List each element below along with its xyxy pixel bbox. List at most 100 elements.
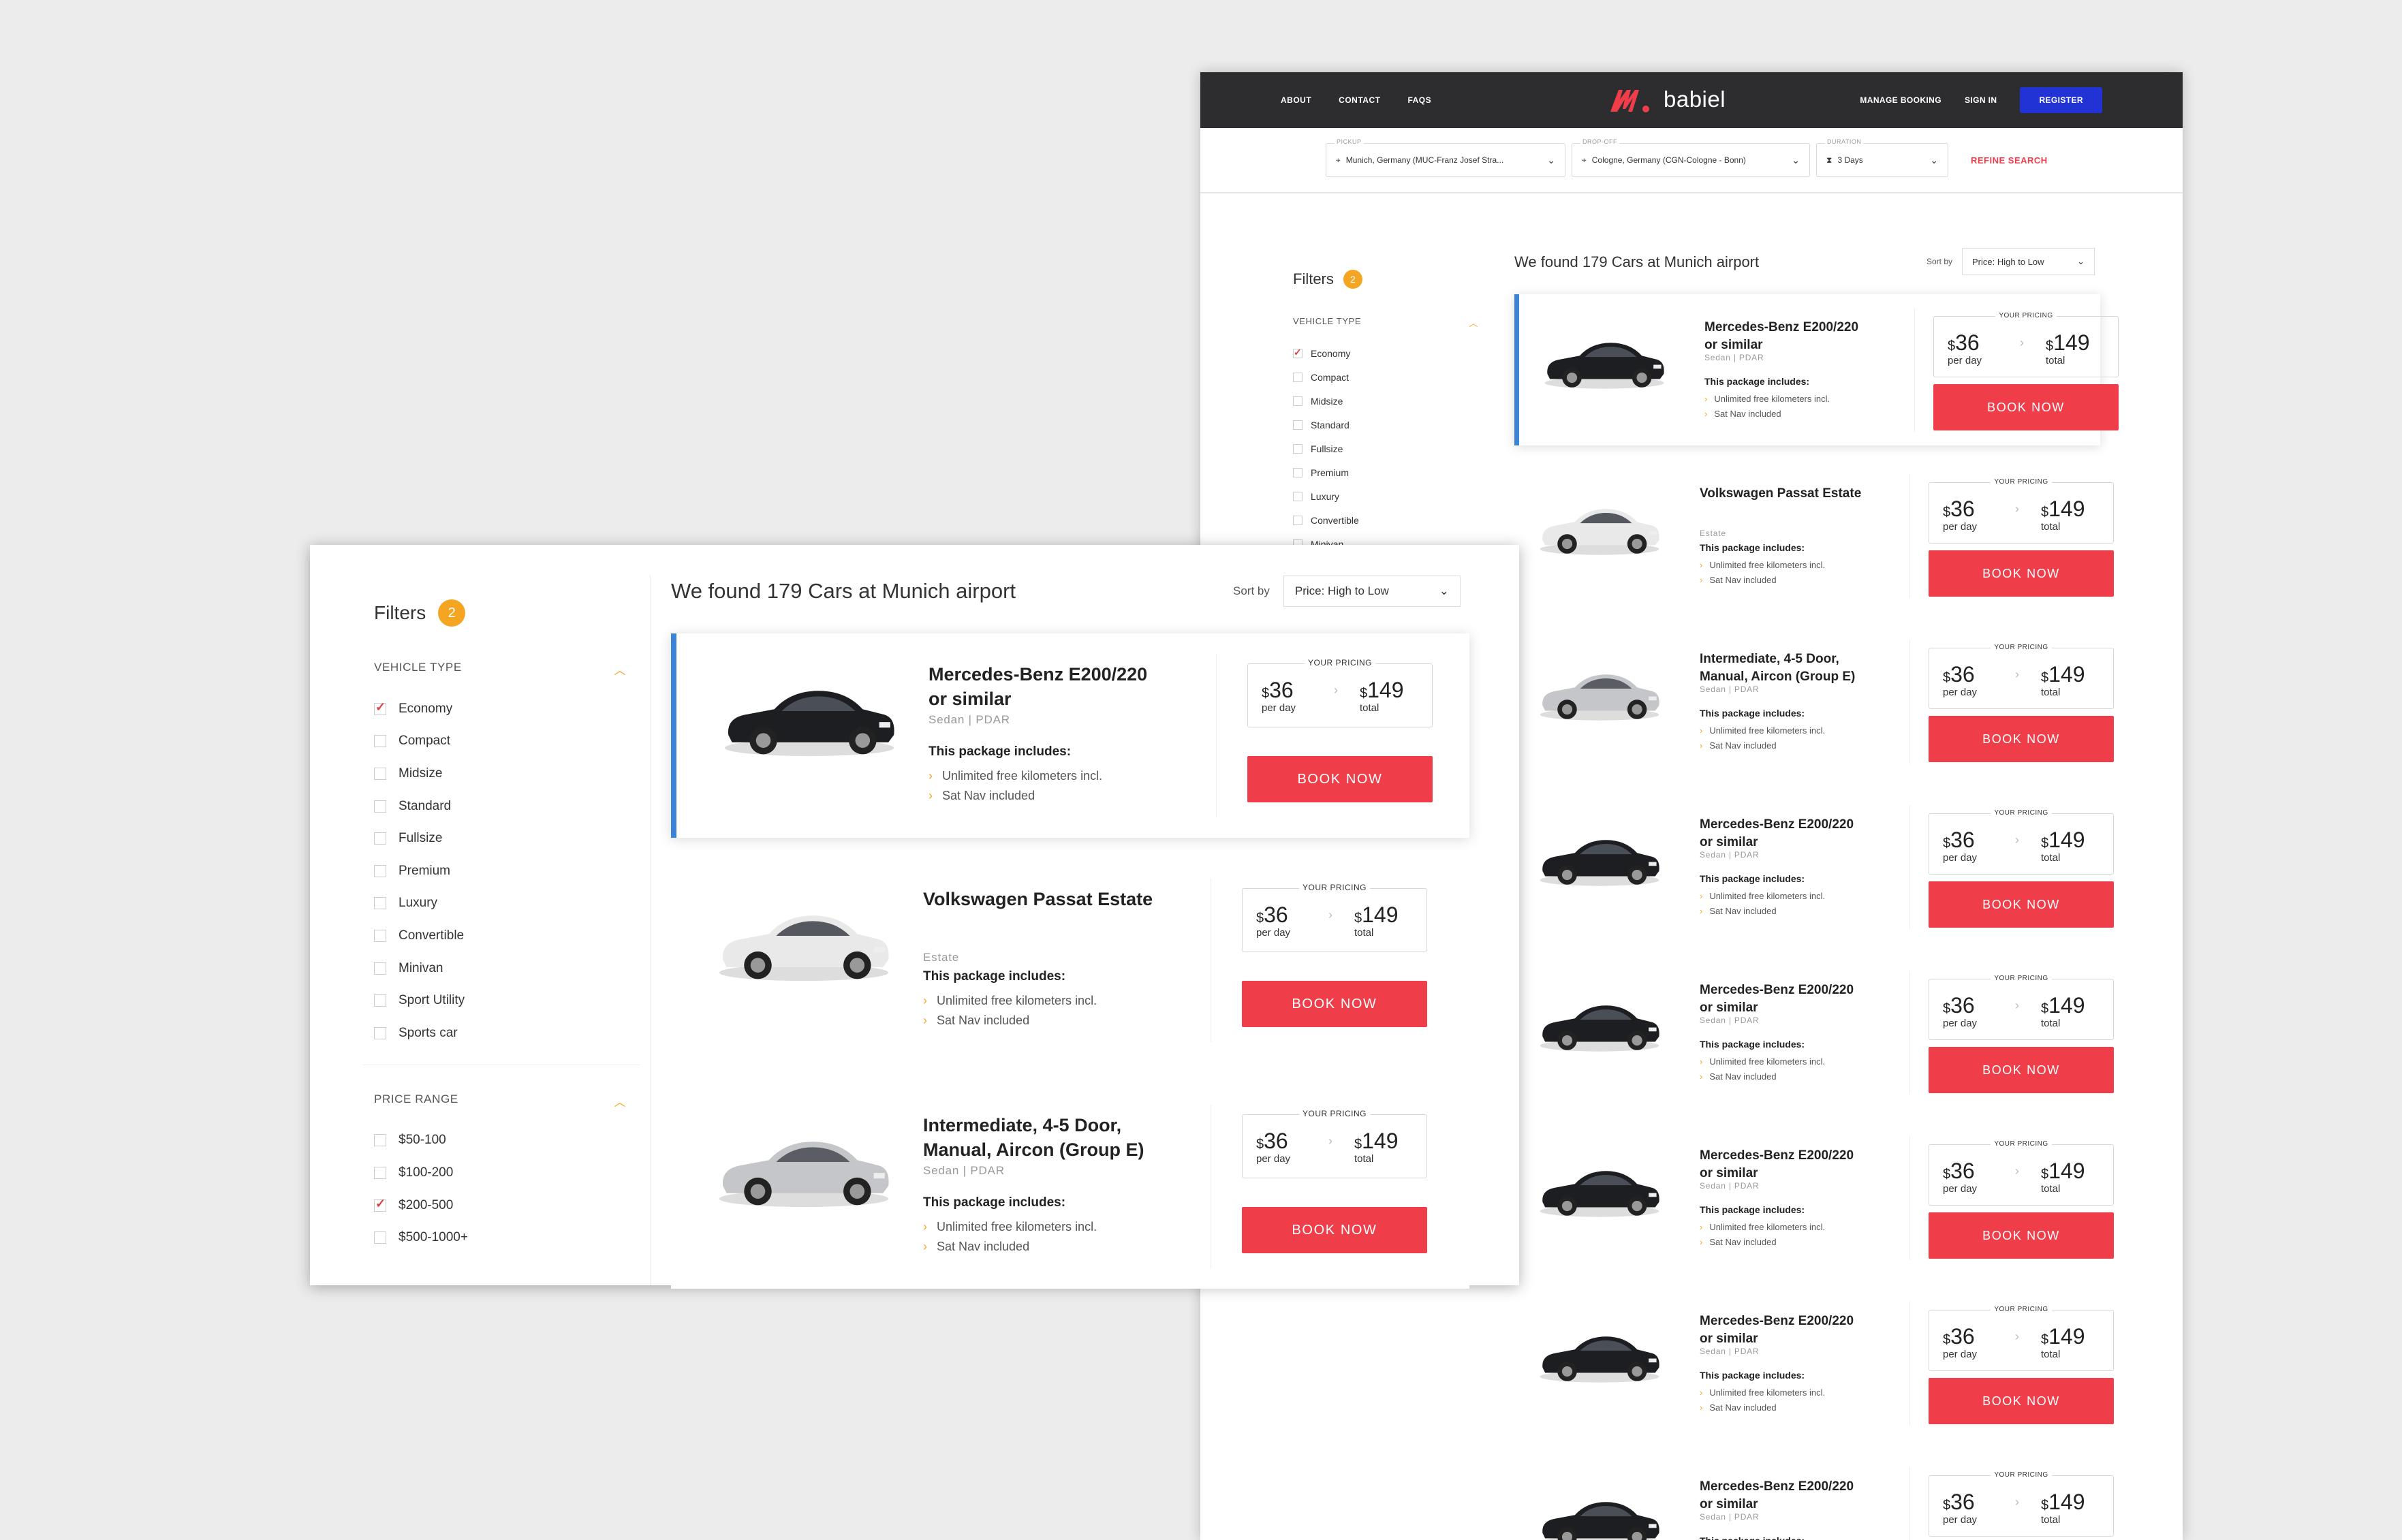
chevron-up-icon[interactable]: ︿ — [614, 661, 626, 678]
filter-option[interactable]: $500-1000+ — [374, 1221, 650, 1254]
sort-select[interactable]: Price: High to Low ⌄ — [1962, 248, 2095, 275]
filter-option[interactable]: Luxury — [1293, 484, 1492, 508]
checkbox[interactable] — [374, 735, 386, 748]
car-result-card[interactable]: Volkswagen Passat Estate Estate This packa… — [1514, 460, 2114, 612]
refine-search-link[interactable]: REFINE SEARCH — [1971, 155, 2048, 166]
checkbox[interactable] — [1293, 347, 1303, 358]
car-result-card[interactable]: Mercedes-Benz E200/220 or similar Sedan | … — [1514, 791, 2114, 943]
car-result-card[interactable]: Mercedes-Benz E200/220 or similar Sedan | … — [1514, 957, 2114, 1108]
filter-option[interactable]: Midsize — [374, 757, 650, 790]
book-now-button[interactable]: BOOK NOW — [1929, 881, 2114, 928]
filter-option[interactable]: Economy — [1293, 341, 1492, 365]
book-now-button[interactable]: BOOK NOW — [1247, 756, 1433, 802]
register-button[interactable]: REGISTER — [2020, 87, 2102, 113]
filter-option[interactable]: Midsize — [1293, 389, 1492, 413]
brand-logo[interactable]: babiel — [1608, 84, 1726, 114]
nav-sign-in[interactable]: SIGN IN — [1965, 95, 1997, 105]
car-result-card[interactable]: Mercedes-Benz E200/220 or similar Sedan | … — [1514, 294, 2119, 445]
filter-option[interactable]: Sports car — [374, 1017, 650, 1050]
car-result-card[interactable]: Mercedes-Benz E200/220 or similar Sedan | … — [1514, 1453, 2114, 1540]
nav-contact[interactable]: CONTACT — [1339, 95, 1380, 105]
checkbox[interactable] — [1293, 467, 1303, 477]
filter-option[interactable]: Premium — [374, 855, 650, 887]
chevron-right-icon: › — [1704, 409, 1708, 419]
price-per-day: $36 — [1948, 330, 1980, 355]
checkbox[interactable] — [374, 767, 386, 780]
car-result-card[interactable]: Volkswagen Passat Estate Estate This packa… — [671, 858, 1469, 1063]
checkbox[interactable] — [374, 962, 386, 975]
checkbox[interactable] — [1293, 491, 1303, 501]
filter-option[interactable]: $50-100 — [374, 1125, 650, 1157]
book-now-button[interactable]: BOOK NOW — [1242, 981, 1427, 1027]
checkbox[interactable] — [374, 929, 386, 942]
checkbox[interactable] — [374, 1134, 386, 1147]
book-now-button[interactable]: BOOK NOW — [1933, 384, 2119, 430]
filter-option[interactable]: Convertible — [374, 920, 650, 952]
pickup-field[interactable]: PICKUP ⌖ Munich, Germany (MUC-Franz Jose… — [1326, 138, 1565, 177]
checkbox[interactable] — [1293, 515, 1303, 525]
book-now-button[interactable]: BOOK NOW — [1929, 550, 2114, 597]
filter-option[interactable]: Sport Utility — [374, 984, 650, 1017]
checkbox[interactable] — [374, 700, 386, 715]
nav-about[interactable]: ABOUT — [1281, 95, 1311, 105]
sort-label: Sort by — [1233, 584, 1270, 597]
filter-option[interactable]: Standard — [1293, 413, 1492, 437]
filter-option[interactable]: Standard — [374, 790, 650, 823]
price-per-day: $36 — [1943, 1159, 1975, 1183]
checkbox[interactable] — [374, 864, 386, 877]
book-now-button[interactable]: BOOK NOW — [1929, 716, 2114, 762]
include-item: › Unlimited free kilometers incl. — [1700, 1222, 1826, 1232]
pricing-box: YOUR PRICING $36 per day › $149 total — [1929, 644, 2114, 709]
checkbox[interactable] — [374, 1166, 386, 1179]
car-image — [1540, 509, 1659, 555]
checkbox[interactable] — [374, 1197, 386, 1212]
book-now-button[interactable]: BOOK NOW — [1929, 1378, 2114, 1424]
filter-option[interactable]: Fullsize — [374, 822, 650, 855]
car-result-card[interactable]: Intermediate, 4-5 Door, Manual, Aircon (G… — [671, 1084, 1469, 1289]
filter-option[interactable]: Fullsize — [1293, 437, 1492, 460]
chevron-right-icon: › — [2015, 1164, 2019, 1178]
checkbox[interactable] — [374, 994, 386, 1007]
filter-option[interactable]: Premium — [1293, 460, 1492, 484]
chevron-up-icon[interactable]: ︿ — [614, 1093, 626, 1110]
car-result-card[interactable]: Mercedes-Benz E200/220 or similar Sedan | … — [1514, 1288, 2114, 1439]
car-image — [719, 1142, 889, 1208]
filter-option[interactable]: Compact — [1293, 365, 1492, 389]
filter-option[interactable]: $100-200 — [374, 1157, 650, 1189]
filter-option[interactable]: Convertible — [1293, 508, 1492, 532]
book-now-button[interactable]: BOOK NOW — [1242, 1207, 1427, 1253]
chevron-up-icon[interactable]: ︿ — [1469, 316, 1478, 329]
dropoff-field[interactable]: DROP-OFF ⌖ Cologne, Germany (CGN-Cologne… — [1572, 138, 1810, 177]
book-now-button[interactable]: BOOK NOW — [1929, 1212, 2114, 1259]
duration-field[interactable]: DURATION ⧗ 3 Days ⌄ — [1816, 138, 1948, 177]
divider — [1216, 654, 1217, 817]
filter-option[interactable]: $200-500 — [374, 1189, 650, 1222]
divider — [1909, 1467, 1910, 1540]
sort-select[interactable]: Price: High to Low ⌄ — [1283, 576, 1461, 607]
nav-manage-booking[interactable]: MANAGE BOOKING — [1860, 95, 1941, 105]
checkbox[interactable] — [374, 800, 386, 813]
results-heading: We found 179 Cars at Munich airport — [671, 579, 1016, 603]
chevron-right-icon: › — [2015, 667, 2019, 681]
car-result-card[interactable]: Intermediate, 4-5 Door, Manual, Aircon (G… — [1514, 626, 2114, 777]
filter-option[interactable]: Minivan — [374, 952, 650, 985]
book-now-button[interactable]: BOOK NOW — [1929, 1047, 2114, 1093]
filter-option[interactable]: Economy — [374, 693, 650, 725]
divider — [1909, 640, 1910, 764]
chevron-right-icon: › — [2015, 999, 2019, 1012]
car-result-card[interactable]: Mercedes-Benz E200/220 or similar Sedan | … — [671, 633, 1469, 838]
checkbox[interactable] — [374, 1231, 386, 1244]
checkbox[interactable] — [374, 832, 386, 845]
checkbox[interactable] — [374, 897, 386, 910]
filter-option[interactable]: Luxury — [374, 887, 650, 920]
checkbox[interactable] — [1293, 396, 1303, 406]
chevron-right-icon: › — [929, 789, 933, 802]
filter-option[interactable]: Compact — [374, 725, 650, 758]
checkbox[interactable] — [374, 1026, 386, 1039]
car-result-card[interactable]: Mercedes-Benz E200/220 or similar Sedan | … — [1514, 1122, 2114, 1274]
checkbox[interactable] — [1293, 420, 1303, 430]
checkbox[interactable] — [1293, 372, 1303, 382]
nav-faqs[interactable]: FAQS — [1407, 95, 1431, 105]
chevron-right-icon: › — [923, 1013, 927, 1027]
checkbox[interactable] — [1293, 443, 1303, 454]
